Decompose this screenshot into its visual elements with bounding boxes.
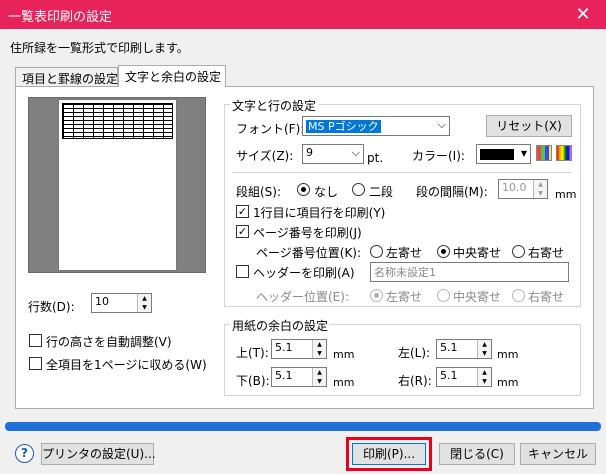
header-pos-right-radio[interactable] (512, 289, 525, 302)
header-pos-left-label: 左寄せ (386, 290, 423, 304)
header-pos-right-label: 右寄せ (528, 290, 565, 304)
help-icon[interactable]: ? (15, 444, 34, 463)
page-pos-label: ページ番号位置(K): (256, 246, 362, 260)
reset-button[interactable]: リセット(X) (486, 115, 572, 137)
chevron-down-icon: ⌵ (351, 146, 360, 159)
gap-stepper[interactable]: 10.0 ▲ ▼ (498, 179, 548, 199)
size-value: 9 (306, 146, 313, 159)
fit-page-checkbox[interactable] (29, 357, 42, 370)
left-margin-value: 5.1 (440, 341, 458, 354)
page-pos-right-label: 右寄せ (528, 246, 565, 260)
gap-unit: mm (555, 188, 577, 201)
margin-group-label: 用紙の余白の設定 (230, 317, 331, 334)
spin-icon[interactable]: ▲ ▼ (312, 368, 326, 386)
right-margin-stepper[interactable]: 5.1 ▲ ▼ (436, 367, 492, 387)
right-margin-unit: mm (497, 376, 519, 389)
columns-none-label: なし (314, 185, 339, 199)
divider (232, 172, 572, 173)
header-row-checkbox[interactable]: ✓ (236, 205, 249, 218)
spin-icon[interactable]: ▲ ▼ (477, 368, 491, 386)
palette-icon[interactable] (536, 145, 552, 161)
header-pos-left-radio[interactable] (370, 289, 383, 302)
title-bar: 一覧表印刷の設定 ✕ (0, 0, 606, 29)
top-margin-stepper[interactable]: 5.1 ▲ ▼ (271, 339, 327, 359)
bottom-margin-value: 5.1 (275, 369, 293, 382)
columns-two-radio[interactable] (352, 183, 365, 196)
close-icon[interactable]: ✕ (560, 0, 606, 29)
header-pos-center-label: 中央寄せ (453, 290, 502, 304)
spin-icon[interactable]: ▲ ▼ (533, 180, 547, 198)
header-pos-label: ヘッダー位置(E): (256, 290, 349, 304)
color-picker-icon[interactable] (556, 145, 572, 161)
top-margin-value: 5.1 (275, 341, 293, 354)
page-pos-left-radio[interactable] (370, 245, 383, 258)
tab-items-lines[interactable]: 項目と罫線の設定 (15, 67, 118, 87)
font-value: MS Pゴシック (306, 120, 381, 133)
auto-height-label: 行の高さを自動調整(V) (46, 335, 172, 349)
page-pos-left-label: 左寄せ (386, 246, 423, 260)
rows-value: 10 (95, 295, 109, 308)
size-select[interactable]: 9 ⌵ (302, 144, 364, 164)
top-margin-label: 上(T): (236, 346, 269, 360)
columns-two-label: 二段 (369, 185, 394, 199)
spin-icon[interactable]: ▲ ▼ (137, 294, 151, 312)
columns-none-radio[interactable] (297, 183, 310, 196)
printer-settings-button[interactable]: プリンタの設定(U)... (41, 443, 156, 465)
gap-value: 10.0 (502, 181, 527, 194)
top-margin-unit: mm (333, 348, 355, 361)
rows-label: 行数(D): (28, 300, 75, 314)
header-text-input[interactable]: 名称未設定1 (370, 262, 569, 282)
color-label: カラー(I): (412, 149, 465, 163)
progress-bar (5, 422, 601, 431)
spin-icon[interactable]: ▲ ▼ (477, 340, 491, 358)
size-label: サイズ(Z): (236, 149, 294, 163)
left-margin-stepper[interactable]: 5.1 ▲ ▼ (436, 339, 492, 359)
columns-label: 段組(S): (236, 185, 282, 199)
tab-text-margins[interactable]: 文字と余白の設定 (118, 65, 226, 87)
font-select[interactable]: MS Pゴシック ⌵ (302, 116, 450, 136)
page-pos-right-radio[interactable] (512, 245, 525, 258)
header-pos-center-radio[interactable] (437, 289, 450, 302)
color-select[interactable]: ▼ (476, 144, 531, 164)
color-swatch (480, 149, 514, 160)
print-button[interactable]: 印刷(P)... (352, 443, 426, 465)
auto-height-checkbox[interactable] (29, 334, 42, 347)
font-label: フォント(F): (236, 122, 305, 136)
page-pos-center-label: 中央寄せ (453, 246, 502, 260)
right-margin-value: 5.1 (440, 369, 458, 382)
size-unit: pt. (367, 151, 384, 165)
header-row-label: 1行目に項目行を印刷(Y) (253, 206, 386, 220)
page-number-checkbox[interactable]: ✓ (236, 225, 249, 238)
preview-table (62, 103, 173, 139)
page-pos-center-radio[interactable] (437, 245, 450, 258)
description-text: 住所録を一覧形式で印刷します。 (10, 41, 189, 55)
bottom-margin-stepper[interactable]: 5.1 ▲ ▼ (271, 367, 327, 387)
chevron-down-icon: ▼ (520, 149, 527, 158)
rows-stepper[interactable]: 10 ▲ ▼ (91, 293, 152, 313)
print-header-checkbox[interactable] (236, 265, 249, 278)
chevron-down-icon: ⌵ (437, 118, 446, 131)
right-margin-label: 右(R): (398, 374, 432, 388)
close-button[interactable]: 閉じる(C) (439, 443, 515, 465)
bottom-margin-label: 下(B): (236, 374, 270, 388)
print-header-label: ヘッダーを印刷(A) (253, 266, 355, 280)
bottom-margin-unit: mm (333, 376, 355, 389)
page-number-label: ページ番号を印刷(J) (253, 226, 362, 240)
text-group-label: 文字と行の設定 (230, 97, 319, 114)
cancel-button[interactable]: キャンセル (520, 443, 596, 465)
gap-label: 段の間隔(M): (416, 185, 488, 199)
spin-icon[interactable]: ▲ ▼ (312, 340, 326, 358)
window-title: 一覧表印刷の設定 (8, 10, 113, 25)
left-margin-unit: mm (497, 348, 519, 361)
left-margin-label: 左(L): (398, 346, 431, 360)
fit-page-label: 全項目を1ページに収める(W) (46, 358, 207, 372)
